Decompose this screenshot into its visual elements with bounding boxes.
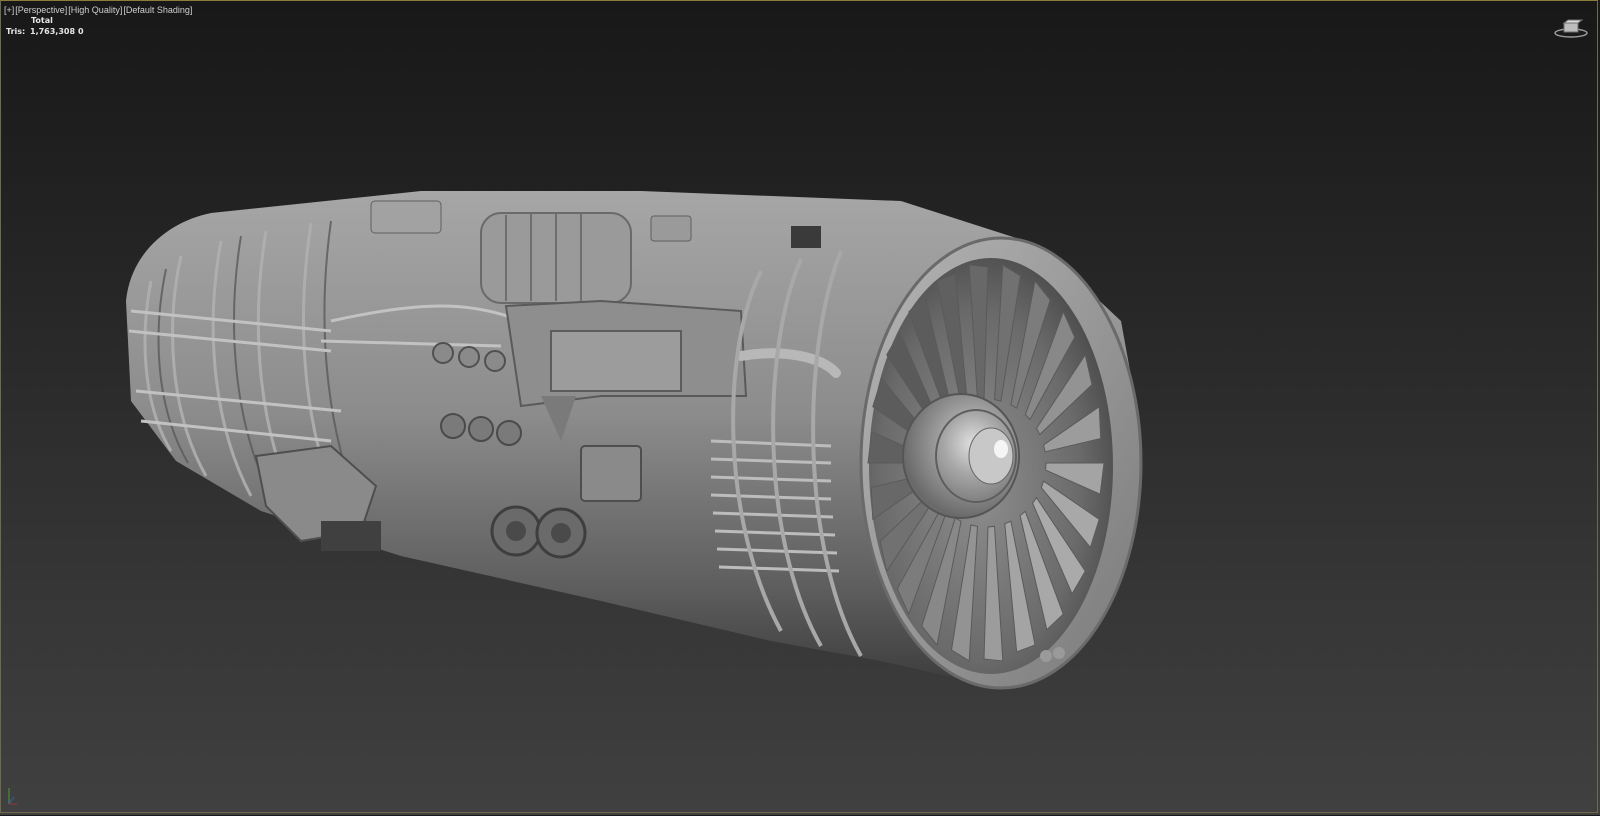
tris-label: Tris: [6, 27, 26, 36]
statistics-overlay: Total Tris: 1,763,308 0 [6, 15, 84, 37]
jet-engine-model [126, 191, 1143, 690]
axis-gizmo-icon [8, 788, 17, 805]
viewcube-icon[interactable] [1553, 17, 1589, 39]
viewport-shading-button[interactable]: [Default Shading] [123, 4, 192, 16]
stats-header: Total [31, 16, 53, 25]
tris-total: 1,763,308 [30, 27, 76, 36]
tris-selected: 0 [78, 27, 84, 36]
viewport[interactable]: [+] [Perspective] [High Quality] [Defaul… [0, 0, 1598, 813]
